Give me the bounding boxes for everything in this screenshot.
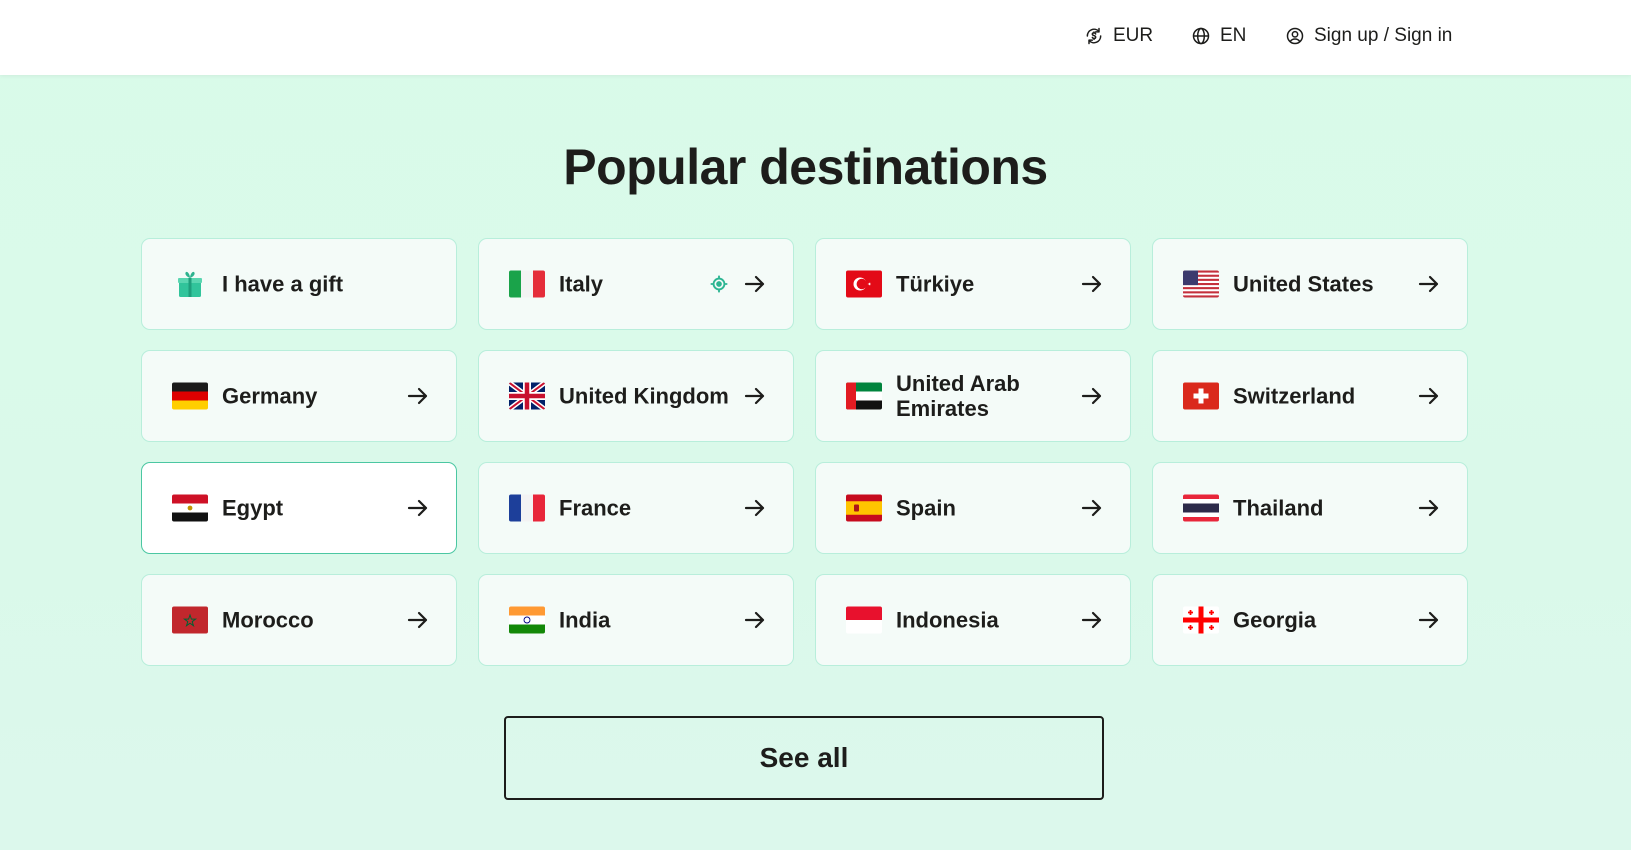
arrow-right-icon	[1081, 387, 1102, 405]
uae-flag-icon	[846, 382, 882, 410]
account-link[interactable]: Sign up / Sign in	[1285, 22, 1452, 50]
currency-selector[interactable]: EUR	[1084, 22, 1153, 50]
georgia-flag-icon	[1183, 606, 1219, 634]
arrow-right-icon	[407, 499, 428, 517]
destination-label: Georgia	[1233, 607, 1317, 633]
destination-label: France	[559, 495, 632, 521]
arrow-right-icon	[744, 611, 765, 629]
destination-label: Germany	[222, 383, 318, 409]
arrow-right-icon	[744, 387, 765, 405]
destination-label: United Kingdom	[559, 383, 729, 409]
arrow-right-icon	[1418, 499, 1439, 517]
arrow-right-icon	[1081, 275, 1102, 293]
arrow-right-icon	[1418, 387, 1439, 405]
france-flag-icon	[509, 494, 545, 522]
italy-flag-icon	[509, 270, 545, 298]
destination-label: Switzerland	[1233, 383, 1356, 409]
destination-label: Türkiye	[896, 271, 975, 297]
destination-card-indonesia[interactable]: Indonesia	[815, 574, 1131, 666]
arrow-right-icon	[744, 499, 765, 517]
arrow-right-icon	[1418, 275, 1439, 293]
destination-card-france[interactable]: France	[478, 462, 794, 554]
destination-card-switzerland[interactable]: Switzerland	[1152, 350, 1468, 442]
top-navigation-bar: EUR EN Sign up / Sign in	[0, 0, 1631, 75]
arrow-right-icon	[407, 387, 428, 405]
morocco-flag-icon	[172, 606, 208, 634]
destination-label: Indonesia	[896, 607, 999, 633]
destination-card-spain[interactable]: Spain	[815, 462, 1131, 554]
indonesia-flag-icon	[846, 606, 882, 634]
page-title: Popular destinations	[563, 139, 1048, 195]
destination-label: Egypt	[222, 495, 284, 521]
destination-label: Spain	[896, 495, 956, 521]
destination-card-gift[interactable]: I have a gift	[141, 238, 457, 330]
thailand-flag-icon	[1183, 494, 1219, 522]
destination-label: Morocco	[222, 607, 314, 633]
language-selector[interactable]: EN	[1191, 22, 1246, 50]
arrow-right-icon	[744, 275, 765, 293]
destination-card-uae[interactable]: United Arab Emirates	[815, 350, 1131, 442]
destination-card-italy[interactable]: Italy	[478, 238, 794, 330]
destination-card-turkiye[interactable]: Türkiye	[815, 238, 1131, 330]
switzerland-flag-icon	[1183, 382, 1219, 410]
usa-flag-icon	[1183, 270, 1219, 298]
egypt-flag-icon	[172, 494, 208, 522]
destination-card-egypt[interactable]: Egypt	[141, 462, 457, 554]
destination-label: I have a gift	[222, 271, 344, 297]
arrow-right-icon	[407, 611, 428, 629]
location-target-icon[interactable]	[709, 274, 729, 294]
uk-flag-icon	[509, 382, 545, 410]
destination-label: United States	[1233, 271, 1374, 297]
india-flag-icon	[509, 606, 545, 634]
destination-card-united-states[interactable]: United States	[1152, 238, 1468, 330]
germany-flag-icon	[172, 382, 208, 410]
arrow-right-icon	[1081, 611, 1102, 629]
currency-exchange-icon	[1086, 27, 1102, 45]
arrow-right-icon	[1418, 611, 1439, 629]
spain-flag-icon	[846, 494, 882, 522]
destination-label: United Arab Emirates	[896, 371, 1020, 421]
destination-card-united-kingdom[interactable]: United Kingdom	[478, 350, 794, 442]
see-all-button[interactable]: See all	[504, 716, 1104, 800]
turkey-flag-icon	[846, 270, 882, 298]
destination-card-morocco[interactable]: Morocco	[141, 574, 457, 666]
user-circle-icon	[1286, 27, 1304, 45]
destination-card-thailand[interactable]: Thailand	[1152, 462, 1468, 554]
destination-label: India	[559, 607, 611, 633]
destination-label: Thailand	[1233, 495, 1324, 521]
account-label: Sign up / Sign in	[1314, 25, 1453, 46]
gift-icon	[175, 269, 205, 299]
language-label: EN	[1220, 25, 1247, 46]
destination-card-india[interactable]: India	[478, 574, 794, 666]
destination-card-germany[interactable]: Germany	[141, 350, 457, 442]
arrow-right-icon	[1081, 499, 1102, 517]
currency-label: EUR	[1113, 25, 1154, 46]
destination-card-georgia[interactable]: Georgia	[1152, 574, 1468, 666]
globe-icon	[1192, 27, 1210, 45]
